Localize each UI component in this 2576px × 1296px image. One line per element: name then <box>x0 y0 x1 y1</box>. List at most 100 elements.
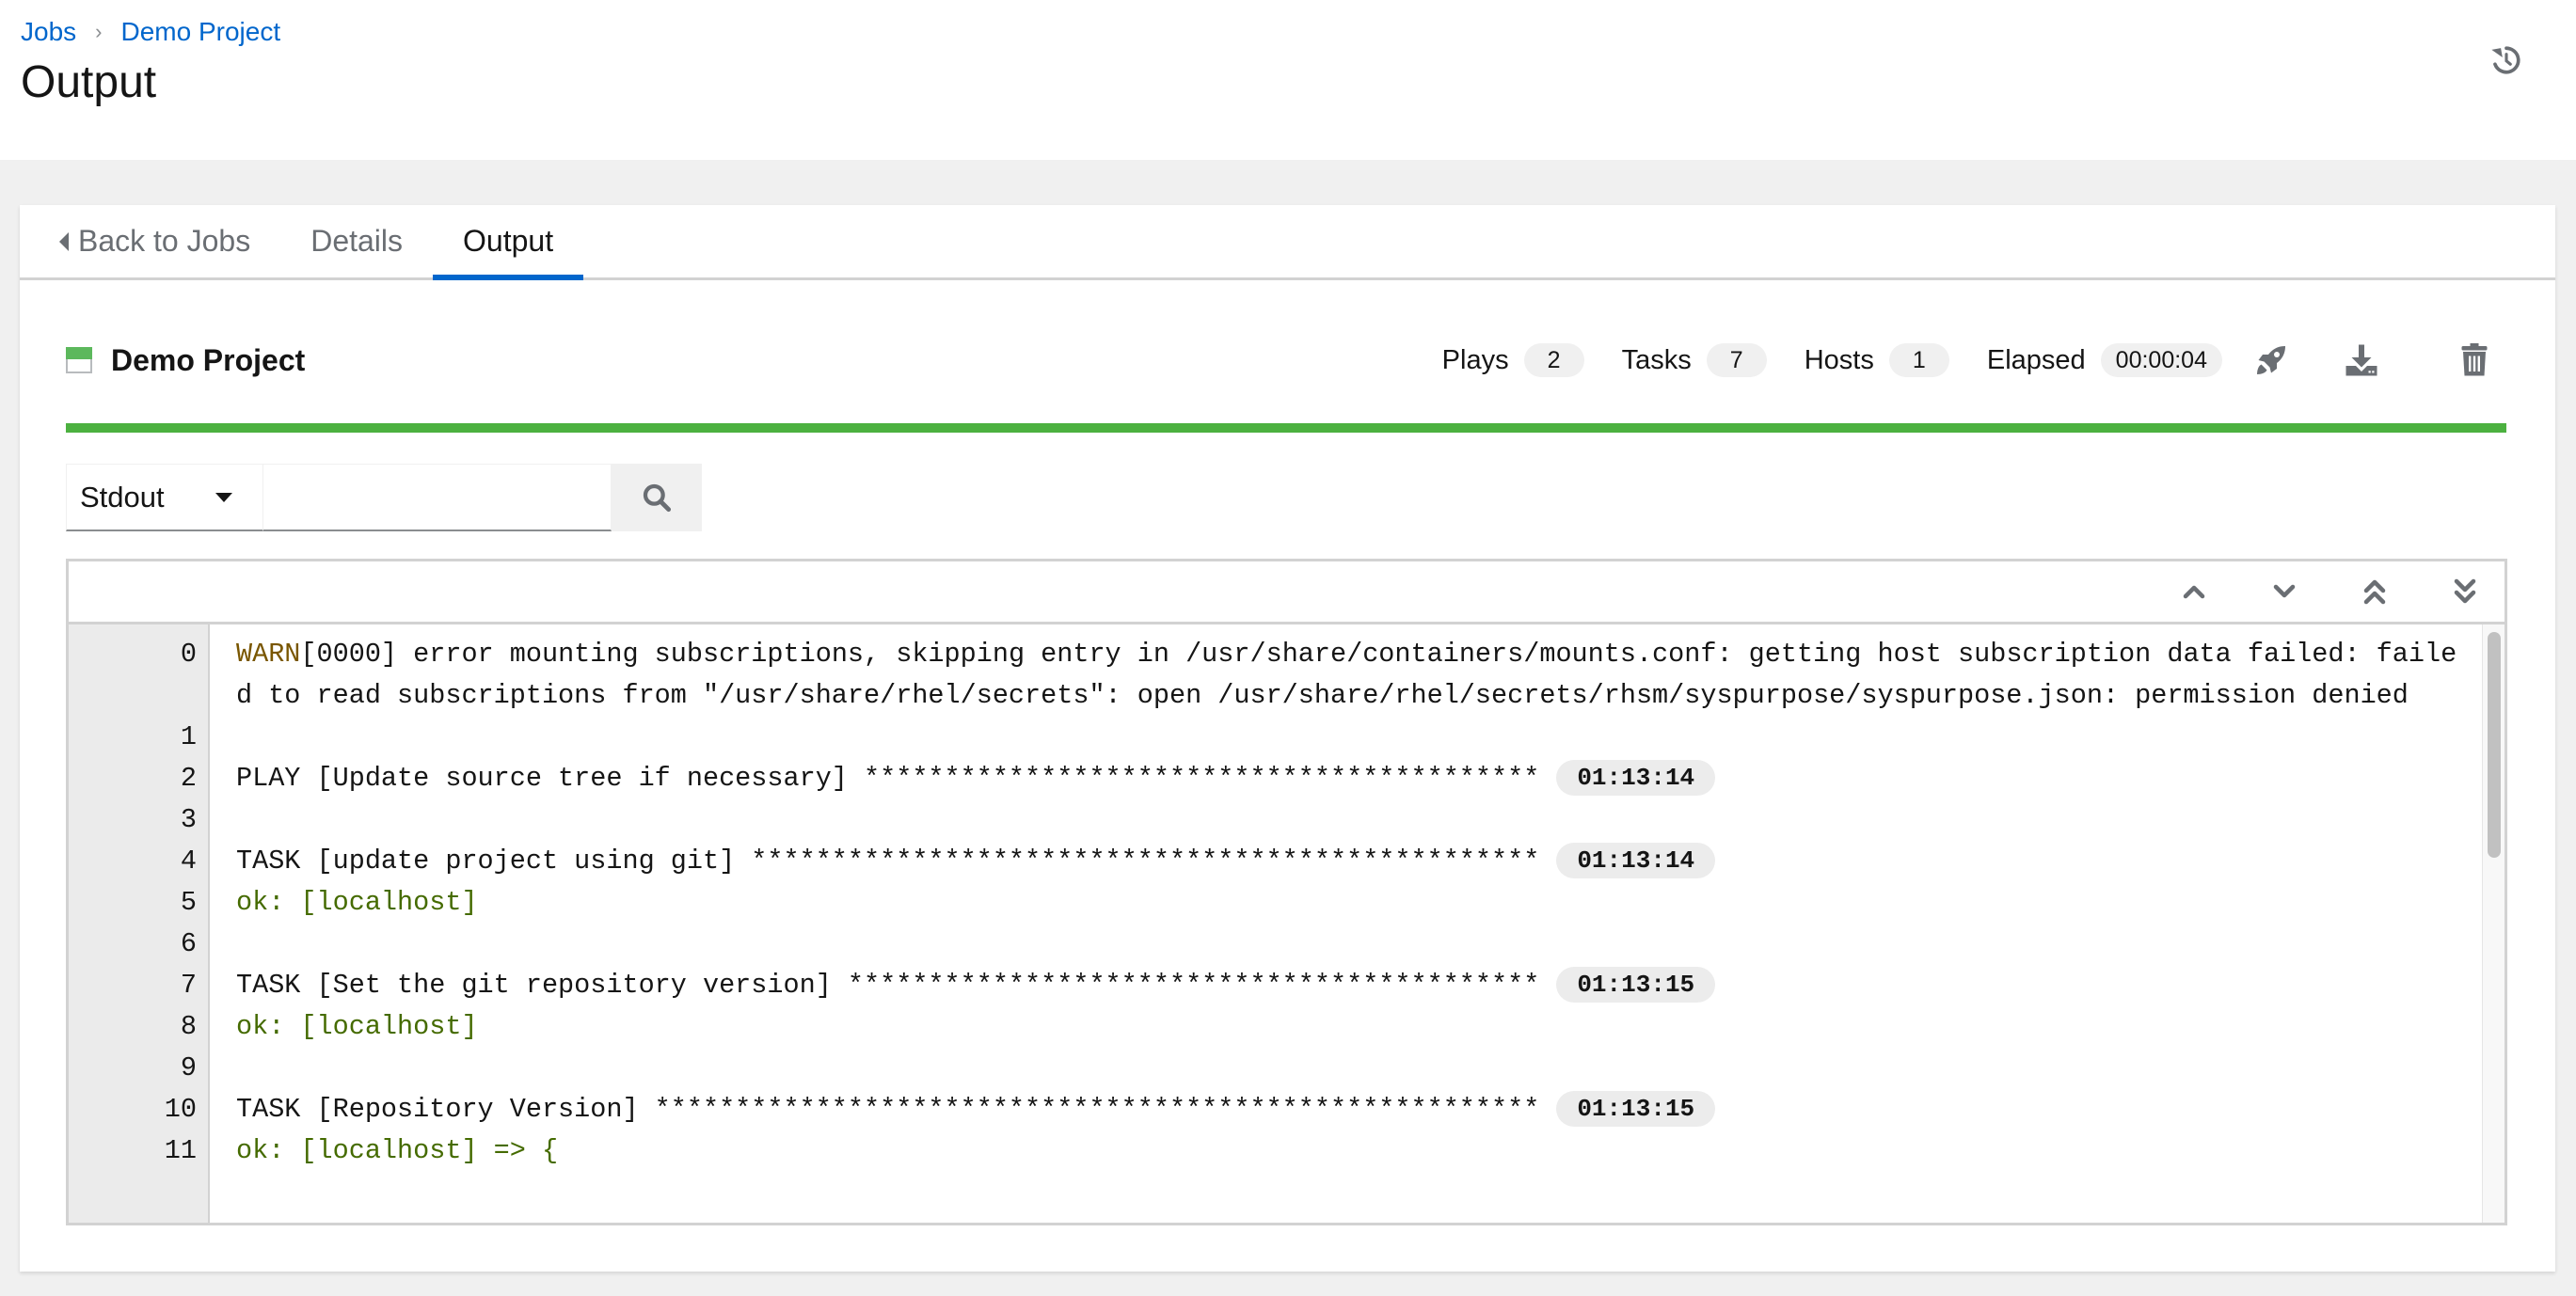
angle-up-icon <box>2183 585 2205 599</box>
line-content: ok: [localhost] <box>236 887 478 918</box>
line-content: PLAY [Update source tree if necessary] *… <box>236 763 1540 794</box>
line-number: 6 <box>180 928 197 959</box>
rocket-icon <box>2257 346 2285 374</box>
job-output-card: Back to Jobs Details Output Demo Project… <box>20 205 2555 1272</box>
tab-back-to-jobs[interactable]: Back to Jobs <box>20 205 280 277</box>
log-line: 5 ok: [localhost] <box>69 882 2482 924</box>
caret-left-icon <box>59 231 69 251</box>
line-text: TASK [Repository Version] **************… <box>210 1089 2458 1130</box>
line-number: 4 <box>180 846 197 877</box>
scroll-last-button[interactable] <box>2444 573 2486 610</box>
select-value: Stdout <box>80 480 165 514</box>
line-text <box>210 1048 2458 1089</box>
job-stats: Plays 2 Tasks 7 Hosts 1 Elapsed 00:00:04 <box>1442 337 2506 384</box>
log-line: 2 PLAY [Update source tree if necessary] … <box>69 758 2482 799</box>
line-number: 10 <box>164 1094 197 1125</box>
line-number: 2 <box>180 763 197 794</box>
line-number: 7 <box>180 970 197 1001</box>
stat-tasks: Tasks 7 <box>1622 343 1767 377</box>
timestamp-badge: 01:13:15 <box>1556 967 1716 1004</box>
line-content: [0000] error mounting subscriptions, ski… <box>236 639 2457 711</box>
tab-details[interactable]: Details <box>280 205 433 277</box>
line-text <box>210 924 2458 965</box>
search-icon <box>643 483 672 513</box>
job-header: Demo Project Plays 2 Tasks 7 Hosts 1 Ela… <box>66 337 2506 384</box>
log-line: 9 <box>69 1048 2482 1089</box>
line-text: PLAY [Update source tree if necessary] *… <box>210 758 2458 799</box>
delete-button[interactable] <box>2452 338 2497 383</box>
line-number: 11 <box>164 1135 197 1166</box>
stat-label: Plays <box>1441 344 1509 375</box>
relaunch-button[interactable] <box>2249 338 2294 383</box>
scroll-next-button[interactable] <box>2264 573 2305 610</box>
history-icon <box>2491 46 2520 74</box>
timestamp-badge: 01:13:15 <box>1556 1091 1716 1128</box>
log-line: 1 <box>69 717 2482 758</box>
output-nav-toolbar <box>69 561 2504 624</box>
page-header: Jobs › Demo Project Output <box>0 0 2576 160</box>
line-number: 0 <box>180 639 197 670</box>
stat-label: Elapsed <box>1986 344 2086 375</box>
job-progress-bar <box>66 423 2506 433</box>
stat-hosts: Hosts 1 <box>1805 343 1949 377</box>
tabs: Back to Jobs Details Output <box>20 205 2555 280</box>
scrollbar-thumb[interactable] <box>2488 632 2501 858</box>
line-content: TASK [Set the git repository version] **… <box>236 970 1540 1001</box>
stdout-filter-select[interactable]: Stdout <box>66 464 263 531</box>
download-icon <box>2345 344 2377 376</box>
breadcrumb-demo-project-link[interactable]: Demo Project <box>120 17 280 47</box>
line-number: 8 <box>180 1011 197 1042</box>
progress-fill <box>66 423 2506 433</box>
line-text: ok: [localhost] <box>210 882 2458 924</box>
stat-label: Hosts <box>1804 344 1874 375</box>
stat-label: Tasks <box>1621 344 1692 375</box>
stat-badge: 1 <box>1888 343 1949 377</box>
log-line: 4 TASK [update project using git] *******… <box>69 841 2482 882</box>
search-input[interactable] <box>263 464 612 531</box>
history-button[interactable] <box>2488 41 2525 79</box>
output-scrollbar[interactable] <box>2482 624 2504 1223</box>
search-button[interactable] <box>612 464 702 531</box>
log-line: 0 WARN[0000] error mounting subscriptions… <box>69 634 2482 717</box>
line-number: 3 <box>180 804 197 835</box>
line-number: 1 <box>180 721 197 752</box>
line-content: TASK [Repository Version] **************… <box>236 1094 1540 1125</box>
line-text: TASK [update project using git] ********… <box>210 841 2458 882</box>
log-line: 3 <box>69 799 2482 841</box>
stat-plays: Plays 2 <box>1442 343 1584 377</box>
tab-output[interactable]: Output <box>433 205 584 280</box>
angle-double-up-icon <box>2363 579 2386 605</box>
breadcrumb-jobs-link[interactable]: Jobs <box>21 17 76 47</box>
stat-badge: 7 <box>1706 343 1767 377</box>
timestamp-badge: 01:13:14 <box>1556 760 1716 797</box>
line-content: ok: [localhost] <box>236 1011 478 1042</box>
stat-elapsed: Elapsed 00:00:04 <box>1987 343 2222 377</box>
chevron-right-icon: › <box>95 20 103 43</box>
stat-badge: 2 <box>1523 343 1584 377</box>
line-number: 5 <box>180 887 197 918</box>
stat-badge: 00:00:04 <box>2100 343 2222 377</box>
line-number: 9 <box>180 1052 197 1083</box>
line-content: ok: [localhost] => { <box>236 1135 559 1166</box>
line-text: WARN[0000] error mounting subscriptions,… <box>210 634 2458 717</box>
tab-label: Output <box>463 224 554 258</box>
timestamp-badge: 01:13:14 <box>1556 843 1716 879</box>
search-toolbar: Stdout <box>66 464 702 531</box>
angle-down-icon <box>2273 584 2296 598</box>
log-line: 7 TASK [Set the git repository version] *… <box>69 965 2482 1006</box>
download-button[interactable] <box>2339 338 2384 383</box>
line-text <box>210 799 2458 841</box>
trash-icon <box>2461 343 2488 376</box>
log-line: 8 ok: [localhost] <box>69 1006 2482 1048</box>
log-line: 10 TASK [Repository Version] ************… <box>69 1089 2482 1130</box>
warn-prefix: WARN <box>236 639 301 670</box>
job-title: Demo Project <box>111 342 306 377</box>
caret-down-icon <box>215 492 232 502</box>
scroll-previous-button[interactable] <box>2173 573 2215 610</box>
line-text: ok: [localhost] => { <box>210 1130 2458 1172</box>
tab-label: Details <box>310 224 404 258</box>
line-text <box>210 717 2458 758</box>
status-successful-icon <box>66 347 92 373</box>
output-log: 0 WARN[0000] error mounting subscriptions… <box>69 624 2504 1223</box>
scroll-first-button[interactable] <box>2354 573 2395 610</box>
